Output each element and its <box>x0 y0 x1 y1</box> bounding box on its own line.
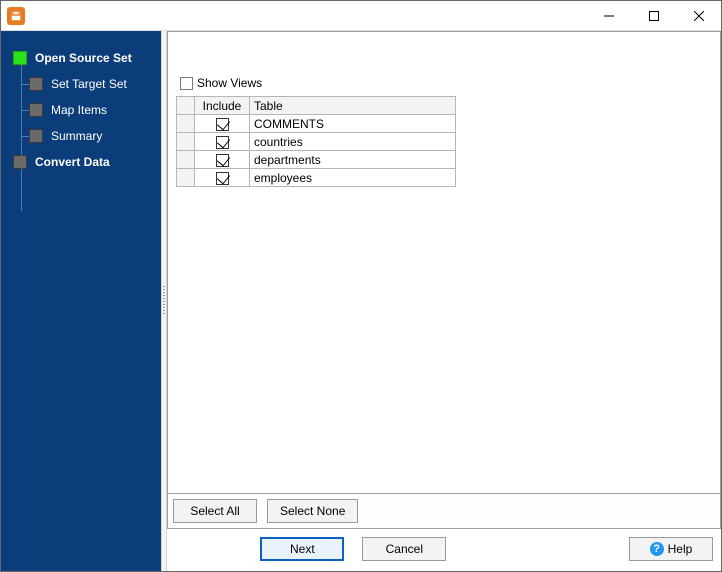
next-button[interactable]: Next <box>260 537 344 561</box>
step-marker-icon <box>13 51 27 65</box>
wizard-body: Open Source Set Set Target Set Map Items… <box>1 31 721 571</box>
select-none-button[interactable]: Select None <box>267 499 358 523</box>
row-header[interactable] <box>177 151 195 169</box>
cancel-button[interactable]: Cancel <box>362 537 446 561</box>
include-cell[interactable] <box>195 115 250 133</box>
grid-corner <box>177 97 195 115</box>
close-button[interactable] <box>676 1 721 30</box>
step-marker-icon <box>29 77 43 91</box>
wizard-steps-sidebar: Open Source Set Set Target Set Map Items… <box>1 31 161 571</box>
app-icon <box>7 7 25 25</box>
step-label: Open Source Set <box>35 51 132 65</box>
minimize-button[interactable] <box>586 1 631 30</box>
table-name-cell[interactable]: COMMENTS <box>250 115 456 133</box>
titlebar <box>1 1 721 31</box>
include-cell[interactable] <box>195 133 250 151</box>
maximize-button[interactable] <box>631 1 676 30</box>
table-name-cell[interactable]: countries <box>250 133 456 151</box>
table-name-cell[interactable]: departments <box>250 151 456 169</box>
select-all-button[interactable]: Select All <box>173 499 257 523</box>
table-row[interactable]: departments <box>177 151 456 169</box>
step-set-target-set[interactable]: Set Target Set <box>1 71 161 97</box>
step-convert-data[interactable]: Convert Data <box>1 149 161 175</box>
checkbox-box-icon <box>180 77 193 90</box>
titlebar-left <box>1 7 31 25</box>
tree-branch <box>21 84 29 85</box>
row-header[interactable] <box>177 133 195 151</box>
tables-grid: Include Table COMMENTS c <box>176 96 456 187</box>
column-header-include[interactable]: Include <box>195 97 250 115</box>
tree-branch <box>21 110 29 111</box>
step-marker-icon <box>13 155 27 169</box>
checkbox-icon[interactable] <box>216 154 229 167</box>
row-header[interactable] <box>177 169 195 187</box>
help-label: Help <box>668 542 693 556</box>
step-label: Convert Data <box>35 155 110 169</box>
step-open-source-set[interactable]: Open Source Set <box>1 45 161 71</box>
footer-center: Next Cancel <box>260 537 446 561</box>
show-views-label: Show Views <box>197 76 262 90</box>
table-row[interactable]: countries <box>177 133 456 151</box>
checkbox-icon[interactable] <box>216 118 229 131</box>
selection-toolbar: Select All Select None <box>167 494 721 529</box>
step-map-items[interactable]: Map Items <box>1 97 161 123</box>
include-cell[interactable] <box>195 169 250 187</box>
row-header[interactable] <box>177 115 195 133</box>
table-row[interactable]: employees <box>177 169 456 187</box>
column-header-table[interactable]: Table <box>250 97 456 115</box>
step-marker-icon <box>29 129 43 143</box>
wizard-main: Show Views Include Table <box>167 31 721 571</box>
table-name-cell[interactable]: employees <box>250 169 456 187</box>
tree-branch <box>21 136 29 137</box>
checkbox-icon[interactable] <box>216 136 229 149</box>
step-summary[interactable]: Summary <box>1 123 161 149</box>
show-views-checkbox[interactable]: Show Views <box>180 76 262 90</box>
help-icon: ? <box>650 542 664 556</box>
step-label: Summary <box>51 129 102 143</box>
window-controls <box>586 1 721 30</box>
content-panel: Show Views Include Table <box>167 31 721 494</box>
wizard-window: Open Source Set Set Target Set Map Items… <box>0 0 722 572</box>
grip-icon <box>163 286 165 316</box>
table-row[interactable]: COMMENTS <box>177 115 456 133</box>
step-label: Set Target Set <box>51 77 127 91</box>
help-button[interactable]: ? Help <box>629 537 713 561</box>
wizard-footer: Next Cancel ? Help <box>167 529 721 571</box>
checkbox-icon[interactable] <box>216 172 229 185</box>
step-marker-icon <box>29 103 43 117</box>
footer-right: ? Help <box>629 537 713 561</box>
include-cell[interactable] <box>195 151 250 169</box>
step-label: Map Items <box>51 103 107 117</box>
